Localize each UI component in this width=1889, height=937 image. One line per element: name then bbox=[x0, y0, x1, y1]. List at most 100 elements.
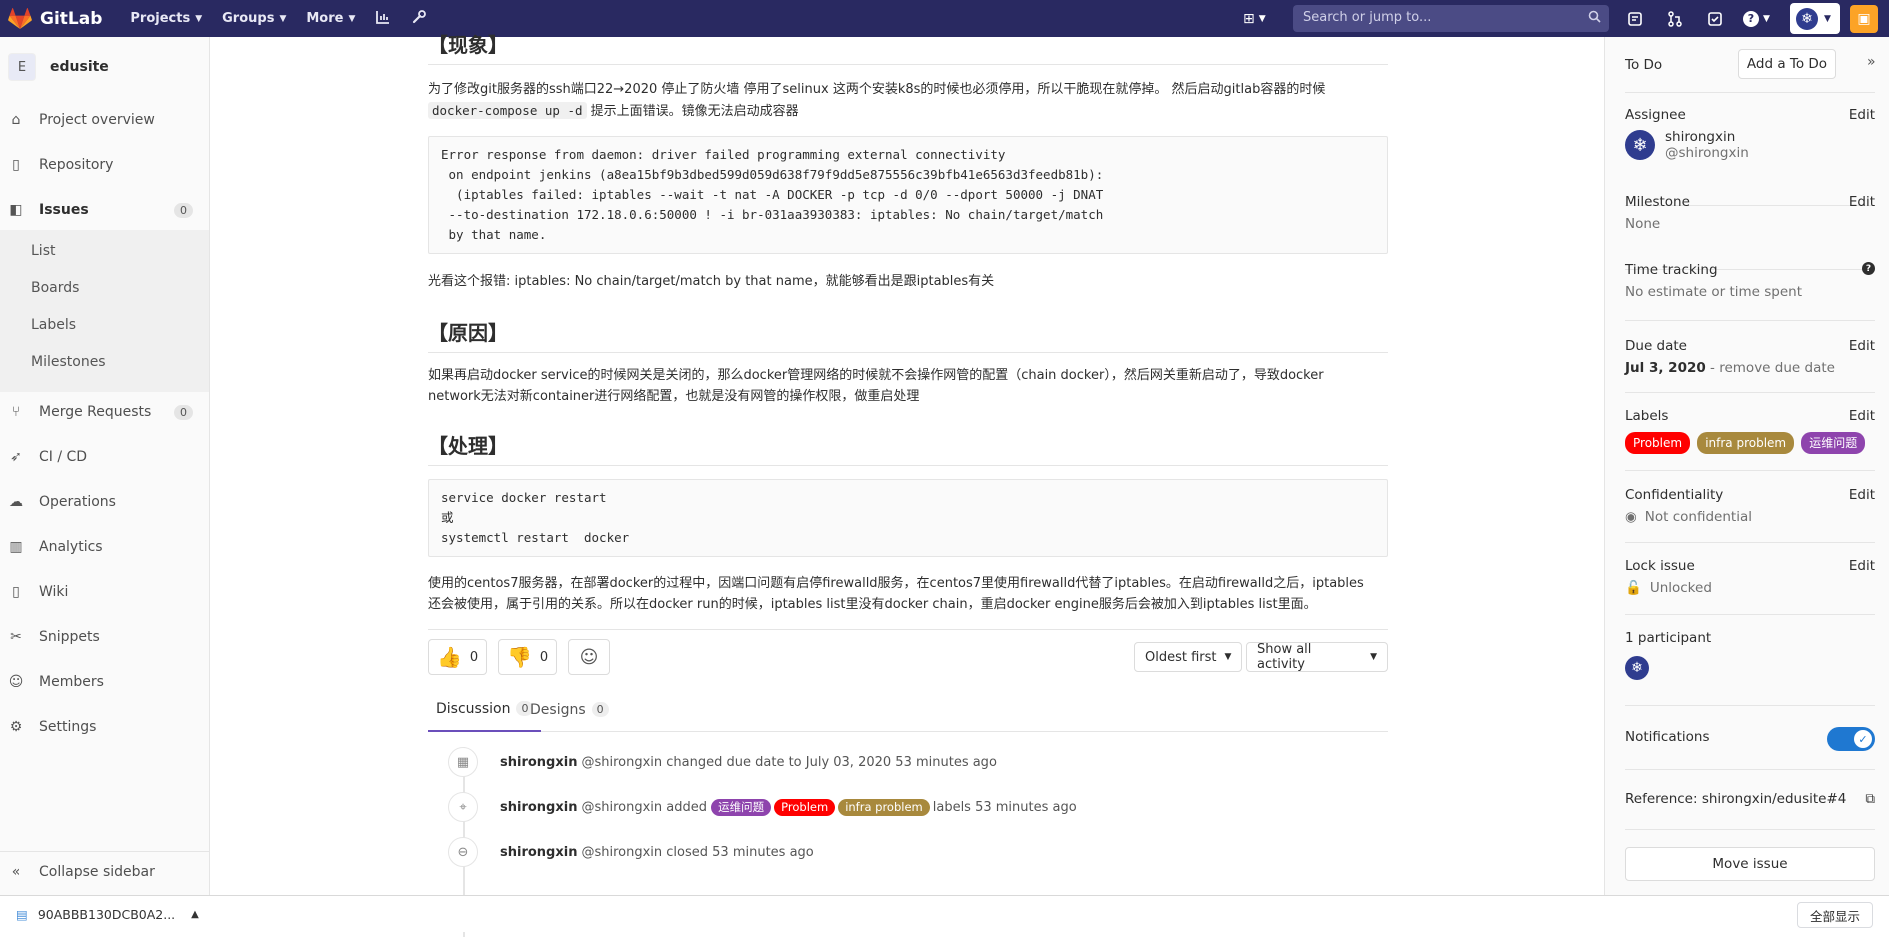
sidebar-item-operations[interactable]: ☁ Operations bbox=[0, 482, 209, 522]
note-author[interactable]: shirongxin bbox=[500, 845, 577, 860]
chart-icon[interactable] bbox=[375, 9, 391, 29]
tab-label: Discussion bbox=[436, 700, 511, 717]
milestone-section: Milestone Edit None bbox=[1625, 194, 1875, 232]
label-badge[interactable]: infra problem bbox=[838, 798, 930, 816]
sidebar-item-snippets[interactable]: ✂ Snippets bbox=[0, 617, 209, 657]
remove-due-date-link[interactable]: - remove due date bbox=[1706, 360, 1835, 376]
nav-groups[interactable]: Groups ▼ bbox=[222, 11, 286, 26]
notifications-section: Notifications ✓ bbox=[1625, 727, 1875, 751]
assignee-user[interactable]: ❄ shirongxin @shirongxin bbox=[1625, 129, 1875, 161]
chevron-down-icon: ▼ bbox=[1224, 652, 1232, 662]
paragraph-text: 如果再启动docker service的时候网关是关闭的，那么docker管理网… bbox=[428, 368, 1324, 383]
book-icon: ▯ bbox=[12, 584, 20, 600]
file-icon: ▤ bbox=[16, 906, 28, 922]
move-issue-button[interactable]: Move issue bbox=[1625, 847, 1875, 881]
assignee-edit-link[interactable]: Edit bbox=[1849, 107, 1875, 123]
merge-request-shortcut-icon[interactable] bbox=[1667, 0, 1683, 37]
label-badge[interactable]: 运维问题 bbox=[711, 798, 772, 816]
help-dropdown[interactable]: ? ▼ bbox=[1743, 0, 1770, 37]
issues-shortcut-icon[interactable] bbox=[1627, 0, 1643, 37]
chevron-down-icon: ▼ bbox=[279, 13, 287, 24]
labels-edit-link[interactable]: Edit bbox=[1849, 408, 1875, 424]
divider bbox=[1625, 614, 1875, 615]
smiley-icon: ☺ bbox=[579, 646, 599, 668]
collapse-sidebar-button[interactable]: « Collapse sidebar bbox=[0, 851, 209, 891]
search-placeholder: Search or jump to... bbox=[1303, 10, 1432, 25]
label-badge[interactable]: Problem bbox=[1625, 432, 1691, 454]
note-author[interactable]: shirongxin bbox=[500, 755, 577, 770]
due-date-edit-link[interactable]: Edit bbox=[1849, 338, 1875, 354]
add-reaction-button[interactable]: ☺ bbox=[568, 639, 610, 675]
sidebar-item-analytics[interactable]: ▥ Analytics bbox=[0, 527, 209, 567]
sort-order-dropdown[interactable]: Oldest first ▼ bbox=[1134, 642, 1243, 672]
issue-tabs: Discussion 0 Designs 0 bbox=[428, 687, 1388, 732]
sidebar-sub-boards[interactable]: Boards bbox=[0, 269, 209, 306]
collapse-right-sidebar-icon[interactable]: » bbox=[1867, 54, 1876, 70]
todos-shortcut-icon[interactable] bbox=[1707, 0, 1723, 37]
sidebar-item-issues[interactable]: ◧ Issues 0 bbox=[0, 190, 209, 230]
note-handle[interactable]: @shirongxin bbox=[581, 800, 662, 815]
help-icon[interactable]: ? bbox=[1862, 262, 1875, 275]
sort-order-label: Oldest first bbox=[1145, 649, 1217, 665]
activity-filter-dropdown[interactable]: Show all activity ▼ bbox=[1246, 642, 1388, 672]
chevron-up-icon[interactable]: ▲ bbox=[191, 909, 199, 920]
nav-projects[interactable]: Projects ▼ bbox=[130, 11, 202, 26]
gitlab-logo[interactable]: GitLab bbox=[8, 7, 103, 30]
collapse-sidebar-label: Collapse sidebar bbox=[39, 863, 155, 880]
reference-section: Reference: shirongxin/edusite#4 ⧉ bbox=[1625, 791, 1875, 807]
calendar-icon: ▦ bbox=[448, 747, 478, 777]
chart-icon: ▥ bbox=[9, 539, 23, 555]
divider bbox=[1625, 769, 1875, 770]
project-header[interactable]: E edusite bbox=[0, 37, 209, 97]
confidentiality-title: Confidentiality bbox=[1625, 487, 1724, 503]
sidebar-item-ci-cd[interactable]: ➶ CI / CD bbox=[0, 437, 209, 477]
divider bbox=[1625, 392, 1875, 393]
milestone-edit-link[interactable]: Edit bbox=[1849, 194, 1875, 210]
sidebar-item-label: Project overview bbox=[39, 112, 155, 128]
participant-avatar[interactable]: ❄ bbox=[1625, 656, 1649, 680]
note-author[interactable]: shirongxin bbox=[500, 800, 577, 815]
nav-more-label: More bbox=[306, 11, 344, 26]
paragraph-intro: 为了修改git服务器的ssh端口22→2020 停止了防火墙 停用了selinu… bbox=[428, 79, 1388, 122]
copy-icon[interactable]: ⧉ bbox=[1865, 791, 1875, 807]
paragraph-text: 使用的centos7服务器，在部署docker的过程中，因端口问题有启停fire… bbox=[428, 576, 1364, 591]
label-badge[interactable]: 运维问题 bbox=[1801, 432, 1866, 454]
sidebar-item-members[interactable]: ☺ Members bbox=[0, 662, 209, 702]
thumbs-up-button[interactable]: 👍 0 bbox=[428, 639, 488, 675]
confidentiality-section: Confidentiality Edit ◉ Not confidential bbox=[1625, 487, 1875, 525]
search-input[interactable]: Search or jump to... bbox=[1293, 5, 1609, 32]
wrench-icon[interactable] bbox=[411, 9, 427, 29]
thumbs-down-icon: 👎 bbox=[507, 645, 532, 669]
label-badge[interactable]: infra problem bbox=[1697, 432, 1795, 454]
note-text: closed 53 minutes ago bbox=[666, 844, 814, 860]
thumbs-down-button[interactable]: 👎 0 bbox=[498, 639, 558, 675]
heading-fix: 【处理】 bbox=[428, 430, 1388, 466]
sidebar-sub-labels[interactable]: Labels bbox=[0, 306, 209, 343]
extension-icon[interactable]: ▣ bbox=[1850, 5, 1878, 33]
sidebar-item-project-overview[interactable]: ⌂ Project overview bbox=[0, 100, 209, 140]
nav-more[interactable]: More ▼ bbox=[306, 11, 355, 26]
sidebar-item-repository[interactable]: ▯ Repository bbox=[0, 145, 209, 185]
confidentiality-edit-link[interactable]: Edit bbox=[1849, 487, 1875, 503]
show-all-downloads-button[interactable]: 全部显示 bbox=[1796, 902, 1873, 928]
tab-designs[interactable]: Designs 0 bbox=[530, 687, 609, 732]
add-todo-button[interactable]: Add a To Do bbox=[1738, 49, 1836, 79]
scissors-icon: ✂ bbox=[10, 629, 22, 645]
sidebar-item-wiki[interactable]: ▯ Wiki bbox=[0, 572, 209, 612]
book-icon: ▯ bbox=[12, 157, 20, 173]
sidebar-sub-list[interactable]: List bbox=[0, 232, 209, 269]
label-badge[interactable]: Problem bbox=[774, 798, 836, 816]
timeline-note-due-date: ▦ shirongxin @shirongxin changed due dat… bbox=[448, 747, 997, 777]
assignee-name: shirongxin bbox=[1665, 129, 1736, 145]
note-handle[interactable]: @shirongxin bbox=[581, 755, 662, 770]
note-handle[interactable]: @shirongxin bbox=[581, 845, 662, 860]
brand-name: GitLab bbox=[40, 8, 103, 29]
sidebar-item-merge-requests[interactable]: ⑂ Merge Requests 0 bbox=[0, 392, 209, 432]
user-menu-button[interactable]: ❄ ▼ bbox=[1790, 3, 1840, 34]
lock-edit-link[interactable]: Edit bbox=[1849, 558, 1875, 574]
sidebar-sub-milestones[interactable]: Milestones bbox=[0, 343, 209, 380]
download-item[interactable]: ▤ 90ABBB130DCB0A2... ▲ bbox=[16, 901, 206, 927]
tab-discussion[interactable]: Discussion 0 bbox=[428, 687, 542, 732]
notifications-toggle[interactable]: ✓ bbox=[1827, 727, 1875, 751]
sidebar-item-settings[interactable]: ⚙ Settings bbox=[0, 707, 209, 747]
